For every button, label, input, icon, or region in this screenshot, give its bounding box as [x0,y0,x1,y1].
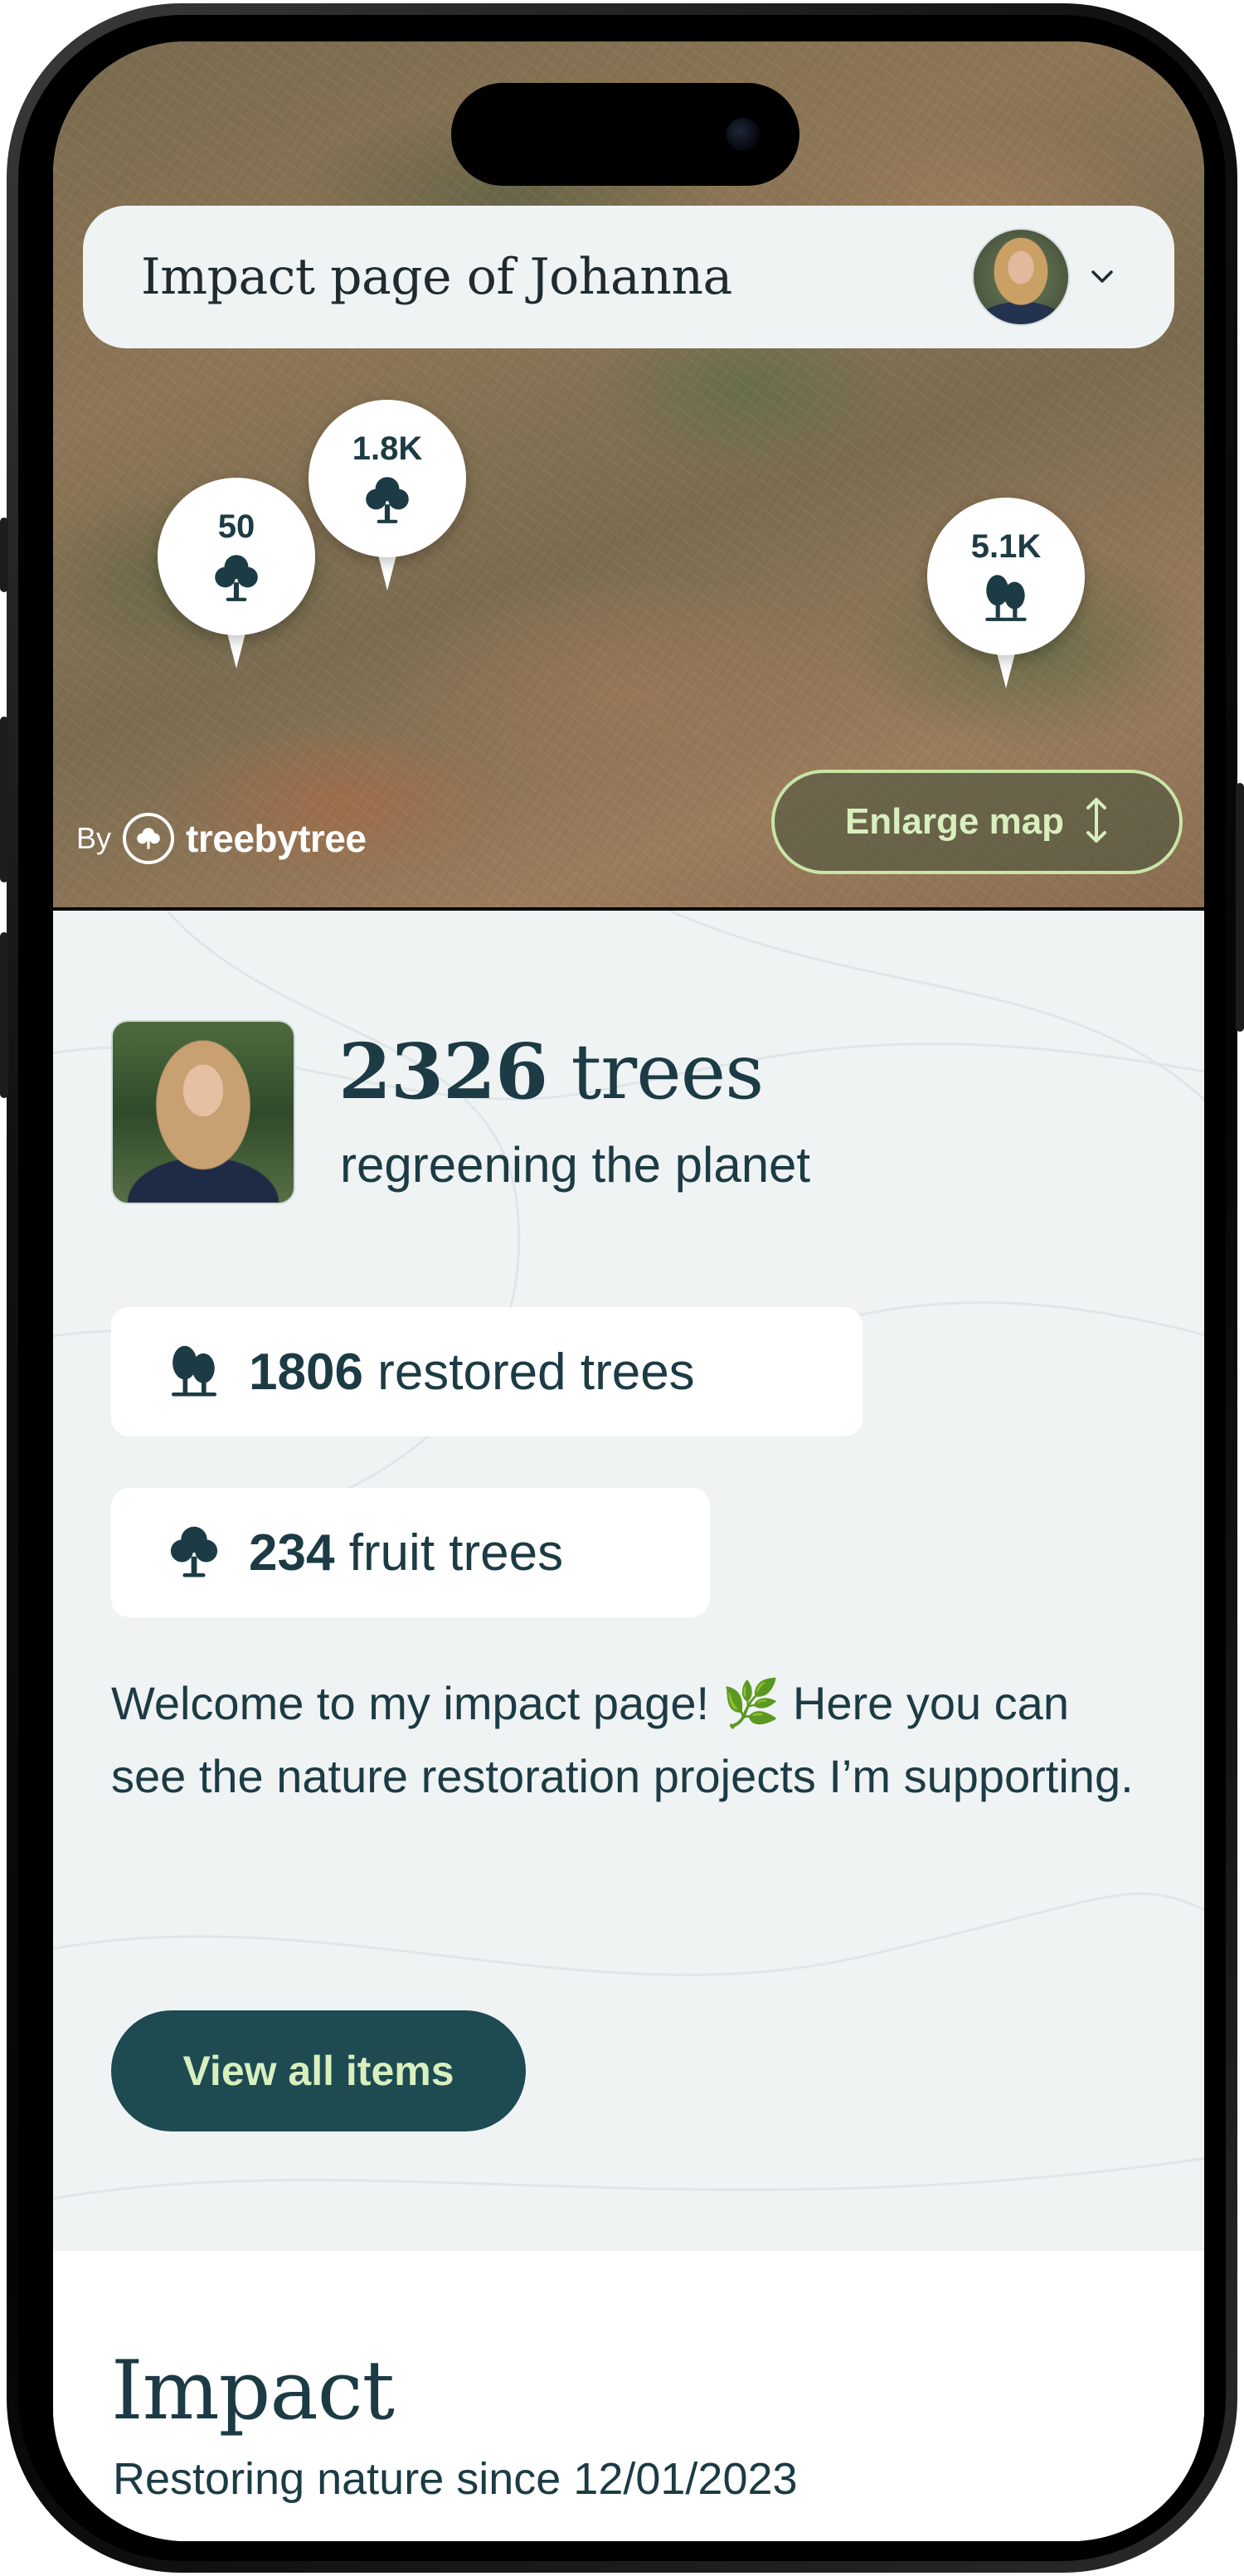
trees-icon [164,1340,224,1403]
pin-count: 1.8K [352,430,423,467]
volume-down-button [0,932,8,1098]
impact-since: Restoring nature since 12/01/2023 [113,2454,798,2504]
power-button [1236,783,1244,1032]
page-title: Impact page of Johanna [141,248,732,306]
volume-up-button [0,717,8,882]
chevron-down-icon[interactable] [1090,265,1115,289]
pin-body: 5.1K [927,498,1085,655]
expand-vertical-icon [1084,796,1109,848]
phone-frame: Impact page of Johanna 50 1.8K 5.1K By t… [0,3,1244,2573]
pin-body: 1.8K [309,400,466,557]
stat-restored-trees: 1806 restored trees [111,1307,863,1436]
welcome-text: Welcome to my impact page! 🌿 Here you ca… [111,1667,1156,1813]
stat-label: fruit trees [348,1524,564,1582]
user-avatar[interactable] [972,228,1070,326]
stat-text: 234 fruit trees [249,1524,563,1582]
brand-attribution[interactable]: By treebytree [76,813,367,864]
action-button [0,518,8,592]
welcome-part-1: Welcome to my impact page! [111,1677,722,1729]
impact-heading: Impact [111,2344,395,2438]
stat-text: 1806 restored trees [249,1343,695,1402]
total-trees-word: trees [571,1028,764,1116]
pin-body: 50 [158,478,315,635]
impact-section: Impact Restoring nature since 12/01/2023 [53,2251,1204,2541]
stat-fruit-trees: 234 fruit trees [111,1488,710,1617]
enlarge-map-label: Enlarge map [844,801,1065,842]
total-trees-number: 2326 [338,1027,548,1116]
page-header[interactable]: Impact page of Johanna [83,206,1174,348]
total-trees-subtitle: regreening the planet [340,1137,811,1193]
pin-count: 50 [217,508,255,545]
brand-name: treebytree [186,817,367,860]
dynamic-island [451,83,799,186]
stat-number: 234 [249,1524,335,1582]
leaf-emoji-icon: 🌿 [722,1677,780,1729]
app-screen: Impact page of Johanna 50 1.8K 5.1K By t… [53,41,1204,2541]
impact-summary: 2326 trees regreening the planet 1806 re… [53,907,1204,2251]
total-trees: 2326 trees [338,1027,764,1116]
enlarge-map-button[interactable]: Enlarge map [771,770,1183,874]
pin-count: 5.1K [970,528,1042,565]
tree-icon [164,1521,224,1584]
impact-map[interactable]: Impact page of Johanna 50 1.8K 5.1K By t… [53,41,1204,907]
tree-icon [360,472,415,530]
profile-photo [111,1020,295,1204]
stat-label: restored trees [377,1343,695,1401]
view-all-items-button[interactable]: View all items [111,2010,526,2131]
tree-icon [209,550,264,608]
camera-icon [726,118,760,151]
map-pin[interactable]: 1.8K [309,400,466,649]
trees-icon [979,570,1033,628]
map-pin[interactable]: 5.1K [927,498,1085,746]
stat-number: 1806 [249,1343,363,1401]
brand-by-label: By [76,821,112,855]
map-pin[interactable]: 50 [158,478,315,727]
treebytree-logo-icon [123,813,175,864]
